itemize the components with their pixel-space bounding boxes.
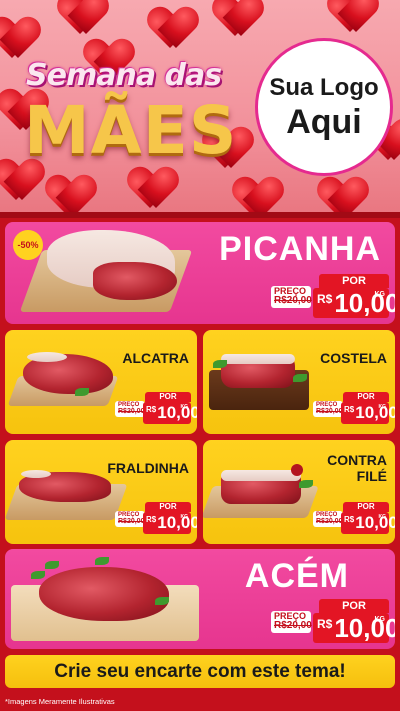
product-card-contrafile[interactable]: CONTRA FILÉ POR PREÇO R$20,00 R$ 10,00 K… [203, 440, 395, 544]
product-name: ACÉM [244, 557, 349, 595]
old-price-box: PREÇO R$20,00 [271, 611, 312, 633]
unit-label: KG [378, 404, 387, 410]
preco-label: PREÇO [316, 402, 338, 408]
old-price: R$20,00 [274, 620, 312, 632]
new-price: 10,00 [334, 288, 395, 318]
product-card-acem[interactable]: ACÉM POR PREÇO R$20,00 R$ 10,00 KG [5, 549, 395, 649]
new-price: 10,00 [334, 613, 395, 643]
product-name: COSTELA [320, 350, 387, 366]
campaign-title: Semana das MÃES [18, 40, 248, 190]
currency-symbol: R$ [317, 617, 333, 631]
preco-label: PREÇO [118, 402, 140, 408]
disclaimer-text: *Imagens Meramente Ilustrativas [5, 697, 115, 706]
logo-text-line1: Sua Logo [269, 74, 379, 101]
heart-icon [60, 0, 106, 36]
price-tag: POR PREÇO R$20,00 R$ 10,00 KG [115, 502, 197, 536]
currency-symbol: R$ [344, 405, 355, 414]
price-tag: POR PREÇO R$20,00 R$ 10,00 KG [271, 274, 395, 322]
old-price-box: PREÇO R$20,00 [115, 511, 145, 527]
product-name: PICANHA [219, 230, 381, 268]
old-price-box: PREÇO R$20,00 [313, 511, 343, 527]
old-price: R$20,00 [316, 518, 343, 526]
price-tag: POR PREÇO R$20,00 R$ 10,00 KG [313, 502, 395, 536]
product-name: CONTRA FILÉ [327, 452, 387, 484]
currency-symbol: R$ [344, 515, 355, 524]
old-price: R$20,00 [118, 518, 145, 526]
unit-label: KG [378, 514, 387, 520]
title-main-text: MÃES [24, 92, 238, 169]
product-card-alcatra[interactable]: ALCATRA POR PREÇO R$20,00 R$ 10,00 KG [5, 330, 197, 434]
cta-banner[interactable]: Crie seu encarte com este tema! [5, 655, 395, 688]
product-name: FRALDINHA [107, 460, 189, 476]
old-price-box: PREÇO R$20,00 [313, 401, 343, 417]
new-price: 10,00 [157, 513, 197, 532]
heart-icon [215, 0, 261, 38]
unit-label: KG [180, 514, 189, 520]
logo-text-line2: Aqui [286, 103, 362, 141]
product-card-fraldinha[interactable]: FRALDINHA POR PREÇO R$20,00 R$ 10,00 KG [5, 440, 197, 544]
price-tag: POR PREÇO R$20,00 R$ 10,00 KG [313, 392, 395, 426]
product-card-picanha[interactable]: -50% PICANHA POR PREÇO R$20,00 R$ 10,00 … [5, 222, 395, 324]
new-price: 10,00 [355, 513, 395, 532]
product-card-costela[interactable]: COSTELA POR PREÇO R$20,00 R$ 10,00 KG [203, 330, 395, 434]
divider [0, 212, 400, 218]
product-name: ALCATRA [122, 350, 189, 366]
old-price: R$20,00 [118, 408, 145, 416]
unit-label: KG [374, 291, 386, 298]
header-banner: Semana das MÃES Sua Logo Aqui [0, 0, 400, 212]
old-price: R$20,00 [316, 408, 343, 416]
old-price-box: PREÇO R$20,00 [115, 401, 145, 417]
price-tag: POR PREÇO R$20,00 R$ 10,00 KG [271, 599, 395, 647]
price-tag: POR PREÇO R$20,00 R$ 10,00 KG [115, 392, 197, 426]
old-price: R$20,00 [274, 295, 312, 307]
currency-symbol: R$ [317, 292, 333, 306]
preco-label: PREÇO [316, 512, 338, 518]
logo-placeholder[interactable]: Sua Logo Aqui [255, 38, 393, 176]
heart-icon [320, 178, 366, 212]
unit-label: KG [374, 616, 386, 623]
product-name-line2: FILÉ [356, 468, 387, 484]
discount-badge: -50% [13, 230, 43, 260]
new-price: 10,00 [157, 403, 197, 422]
new-price: 10,00 [355, 403, 395, 422]
unit-label: KG [180, 404, 189, 410]
product-name-line1: CONTRA [327, 452, 387, 468]
currency-symbol: R$ [146, 405, 157, 414]
old-price-box: PREÇO R$20,00 [271, 286, 312, 308]
title-top-text: Semana das [26, 58, 222, 93]
currency-symbol: R$ [146, 515, 157, 524]
heart-icon [330, 0, 376, 34]
preco-label: PREÇO [118, 512, 140, 518]
